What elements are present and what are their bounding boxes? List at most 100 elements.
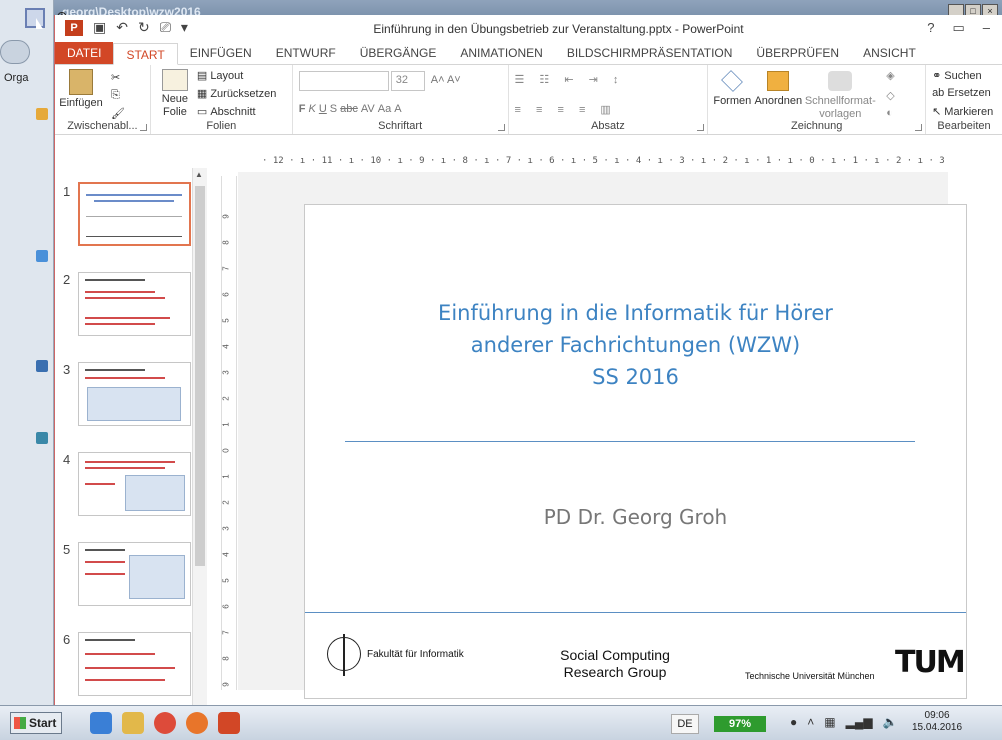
slide-subtitle[interactable]: PD Dr. Georg Groh [305, 505, 966, 529]
clock[interactable]: 09:06 15.04.2016 [912, 710, 962, 734]
scrollbar-thumb[interactable] [195, 186, 205, 566]
drawing-launcher[interactable] [915, 124, 923, 131]
font-launcher[interactable] [497, 124, 505, 131]
signal-icon[interactable]: ▂▄▆ [846, 715, 873, 729]
paste-button[interactable]: Einfügen [59, 69, 103, 110]
tab-ueberpruefen[interactable]: ÜBERPRÜFEN [744, 42, 851, 64]
vertical-ruler-tick: 5 [221, 318, 231, 323]
shape-effects-icon[interactable]: ◐ [886, 107, 893, 119]
chrome-icon[interactable] [154, 712, 176, 734]
back-forward-buttons[interactable] [0, 40, 30, 64]
ribbon: Einfügen ✂ ⎘ 🖌 Zwischenabl... Neue Folie… [55, 65, 1002, 135]
section-button[interactable]: ▭ Abschnitt [197, 105, 256, 119]
shape-fill-icon[interactable]: ◈ [886, 69, 894, 82]
layout-icon: ▤ [196, 70, 208, 82]
research-group-line-2: Research Group [563, 664, 667, 680]
font-name-box[interactable] [298, 71, 389, 91]
italic-button[interactable]: K [308, 103, 315, 115]
thumb-text-line [85, 467, 165, 469]
organize-menu[interactable]: Orga [4, 72, 28, 84]
shapes-button[interactable]: Formen [712, 70, 752, 108]
thumbnail-scrollbar[interactable]: ▲ [192, 168, 207, 705]
thumb-text-line [85, 679, 165, 681]
list-buttons[interactable]: ☰ ☷ ⇤ ⇥ ↕ [515, 73, 625, 86]
grow-font-icon[interactable]: A˄ A˅ [431, 74, 461, 86]
slide-thumbnail-1[interactable] [78, 182, 191, 246]
tray-expand-icon[interactable]: ˄ [807, 715, 814, 729]
tab-bildschirmpraesentation[interactable]: BILDSCHIRMPRÄSENTATION [555, 42, 745, 64]
folder-icon [36, 250, 48, 262]
format-painter-icon[interactable]: 🖌 [111, 107, 125, 120]
underline-button[interactable]: U [319, 103, 327, 115]
thumb-screenshot [125, 475, 185, 511]
ribbon-tabs: DATEI START EINFÜGEN ENTWURF ÜBERGÄNGE A… [55, 42, 1002, 65]
vertical-ruler-tick: 3 [221, 526, 231, 531]
change-case-button[interactable]: Aa [378, 103, 391, 115]
document-title: Einführung in den Übungsbetrieb zur Vera… [373, 22, 744, 36]
quick-styles-button[interactable]: Schnellformat- vorlagen [804, 71, 876, 121]
title-line-1: Einführung in die Informatik für Hörer [438, 301, 833, 325]
layout-button[interactable]: ▤ Layout [196, 69, 243, 83]
battery-indicator[interactable]: 97% [714, 716, 766, 732]
shape-outline-icon[interactable]: ◇ [886, 89, 894, 102]
strikethrough-button[interactable]: abc [340, 103, 358, 115]
thumb-text-line [94, 200, 174, 202]
tab-start[interactable]: START [113, 43, 178, 65]
minimize-button[interactable]: – [983, 20, 990, 36]
network-icon[interactable]: ▦ [824, 715, 835, 729]
slide-thumbnail-5[interactable] [78, 542, 191, 606]
new-slide-button[interactable]: Neue Folie [157, 69, 193, 119]
tab-ansicht[interactable]: ANSICHT [851, 42, 928, 64]
font-color-icon[interactable]: A [394, 103, 401, 115]
vertical-ruler-tick: 6 [221, 292, 231, 297]
slide-1[interactable]: Einführung in die Informatik für Hörer a… [304, 204, 967, 699]
copy-icon[interactable]: ⎘ [111, 89, 120, 102]
ribbon-display-button[interactable]: ▭ [952, 20, 964, 36]
slide-thumbnail-3[interactable] [78, 362, 191, 426]
clipboard-launcher[interactable] [139, 124, 147, 131]
select-button[interactable]: ↖ Markieren [932, 105, 993, 119]
internet-explorer-icon[interactable] [90, 712, 112, 734]
slide-thumbnail-6[interactable] [78, 632, 191, 696]
star-icon [36, 108, 48, 120]
powerpoint-taskbar-icon[interactable] [218, 712, 240, 734]
bold-button[interactable]: F [299, 103, 306, 115]
start-button[interactable]: Start [10, 712, 62, 734]
thumb-text-line [85, 317, 170, 319]
vertical-ruler-tick: 2 [221, 500, 231, 505]
slide-thumbnail-2[interactable] [78, 272, 191, 336]
file-explorer-icon[interactable] [122, 712, 144, 734]
tab-uebergaenge[interactable]: ÜBERGÄNGE [348, 42, 449, 64]
cut-icon[interactable]: ✂ [111, 71, 120, 84]
tab-entwurf[interactable]: ENTWURF [264, 42, 348, 64]
slide-thumbnail-4[interactable] [78, 452, 191, 516]
align-buttons[interactable]: ≡ ≡ ≡ ≡ ▥ [515, 103, 617, 116]
faculty-logo: Fakultät für Informatik [327, 634, 464, 676]
volume-icon[interactable]: 🔈 [883, 715, 898, 729]
shadow-button[interactable]: S [330, 103, 337, 115]
find-button[interactable]: ⚭ Suchen [932, 69, 982, 83]
thumb-text-line [85, 369, 145, 371]
thumb-text-line [85, 639, 135, 641]
font-size-box[interactable]: 32 [390, 71, 425, 91]
tab-einfuegen[interactable]: EINFÜGEN [178, 42, 264, 64]
replace-button[interactable]: ab Ersetzen [932, 87, 991, 99]
tab-animationen[interactable]: ANIMATIONEN [448, 42, 554, 64]
paragraph-launcher[interactable] [697, 124, 705, 131]
arrange-button[interactable]: Anordnen [754, 71, 802, 108]
help-button[interactable]: ? [927, 20, 934, 36]
research-group-line-1: Social Computing [560, 647, 670, 663]
clock-date: 15.04.2016 [912, 722, 963, 733]
slide-title[interactable]: Einführung in die Informatik für Hörer a… [305, 297, 966, 393]
reset-button[interactable]: ▦ Zurücksetzen [197, 87, 276, 101]
scroll-up-icon[interactable]: ▲ [195, 170, 203, 179]
font-format-row: F K U S abc AV Aa A [299, 103, 402, 115]
tab-datei[interactable]: DATEI [55, 42, 114, 64]
language-indicator[interactable]: DE [671, 714, 699, 734]
char-spacing-button[interactable]: AV [361, 103, 375, 115]
computer-icon [36, 360, 48, 372]
horizontal-ruler: · 12 · ı · 11 · ı · 10 · ı · 9 · ı · 8 ·… [262, 156, 948, 166]
vertical-ruler-tick: 8 [221, 656, 231, 661]
firefox-icon[interactable] [186, 712, 208, 734]
power-icon[interactable]: ● [790, 715, 797, 729]
